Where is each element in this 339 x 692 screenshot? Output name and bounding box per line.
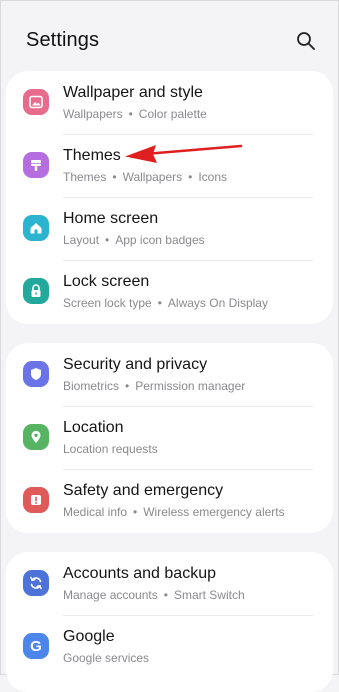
setting-google[interactable]: G Google Google services — [6, 615, 333, 678]
setting-themes[interactable]: Themes Themes • Wallpapers • Icons — [6, 134, 333, 197]
setting-subtitle: Manage accounts • Smart Switch — [63, 588, 245, 602]
setting-label: Lock screen — [63, 273, 150, 290]
setting-subtitle: Themes • Wallpapers • Icons — [63, 170, 228, 184]
setting-subtitle: Medical info • Wireless emergency alerts — [63, 505, 285, 519]
settings-group-2: Security and privacy Biometrics • Permissi… — [6, 343, 333, 533]
search-icon — [297, 32, 315, 50]
sync-icon — [23, 570, 49, 596]
brush-icon — [23, 152, 49, 178]
search-button[interactable] — [296, 31, 316, 51]
setting-subtitle: Biometrics • Permission manager — [63, 379, 246, 393]
image-icon — [23, 89, 49, 115]
google-icon: G — [23, 633, 49, 659]
location-pin-icon — [23, 424, 49, 450]
setting-label: Home screen — [63, 210, 159, 227]
setting-home-screen[interactable]: Home screen Layout • App icon badges — [6, 197, 333, 260]
alert-icon — [23, 487, 49, 513]
setting-label: Safety and emergency — [63, 482, 224, 499]
settings-group-3: Accounts and backup Manage accounts • Smar… — [6, 552, 333, 692]
setting-subtitle: Google services — [63, 651, 150, 665]
setting-security-and-privacy[interactable]: Security and privacy Biometrics • Permissi… — [6, 343, 333, 406]
setting-accounts-and-backup[interactable]: Accounts and backup Manage accounts • Smar… — [6, 552, 333, 615]
setting-subtitle: Wallpapers • Color palette — [63, 107, 207, 121]
home-icon — [23, 215, 49, 241]
shield-icon — [23, 361, 49, 387]
setting-label: Wallpaper and style — [63, 84, 203, 101]
setting-lock-screen[interactable]: Lock screen Screen lock type • Always On D… — [6, 260, 333, 323]
setting-label: Security and privacy — [63, 356, 208, 373]
setting-subtitle: Layout • App icon badges — [63, 233, 205, 247]
header: Settings — [1, 1, 338, 71]
setting-safety-and-emergency[interactable]: Safety and emergency Medical info • Wirele… — [6, 469, 333, 532]
setting-label: Location — [63, 419, 124, 436]
setting-label: Google — [63, 628, 115, 645]
page-title: Settings — [26, 29, 100, 51]
setting-wallpaper-and-style[interactable]: Wallpaper and style Wallpapers • Color pal… — [6, 71, 333, 134]
lock-icon — [23, 278, 49, 304]
settings-group-1: Wallpaper and style Wallpapers • Color pal… — [6, 71, 333, 324]
setting-location[interactable]: Location Location requests — [6, 406, 333, 469]
setting-subtitle: Screen lock type • Always On Display — [63, 296, 268, 310]
setting-label: Accounts and backup — [63, 565, 216, 582]
setting-subtitle: Location requests — [63, 442, 158, 456]
setting-label: Themes — [63, 147, 121, 164]
